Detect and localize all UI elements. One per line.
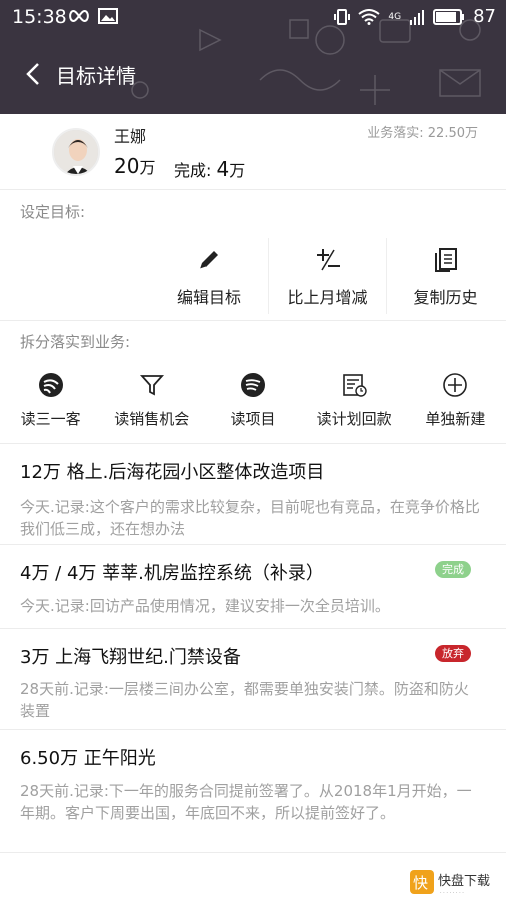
plus-minus-icon [316, 249, 340, 271]
deal-note: 28天前.记录:一层楼三间办公室，都需要单独安装门禁。防盗和防火装置 [20, 680, 469, 720]
status-time: 15:38 [12, 6, 67, 28]
copy-document-icon [434, 248, 457, 272]
landed-amount: 业务落实: 22.50万 [367, 126, 478, 141]
divider [0, 320, 506, 321]
pencil-icon [199, 251, 218, 270]
copy-history-button[interactable]: 复制历史 [386, 238, 504, 314]
deal-title: 6.50万 正午阳光 [20, 748, 156, 769]
status-bar: 15:38 4G 87 [0, 0, 506, 34]
month-change-button[interactable]: 比上月增减 [268, 238, 386, 314]
deal-title: 3万 上海飞翔世纪.门禁设备 [20, 647, 241, 668]
network-type: 4G [388, 11, 402, 22]
plus-circle-icon [443, 373, 468, 397]
set-target-actions: 编辑目标 比上月增减 复制历史 [150, 238, 506, 314]
deal-note: 28天前.记录:下一年的服务合同提前签署了。从2018年1月开始，一年期。客户下… [20, 782, 472, 822]
create-new-button[interactable]: 单独新建 [405, 370, 506, 434]
image-icon [98, 8, 118, 24]
project-circle-icon [240, 373, 265, 397]
battery-level: 87 [473, 6, 496, 27]
read-opportunity-button[interactable]: 读销售机会 [101, 370, 202, 434]
header: 15:38 4G 87 目标详情 [0, 0, 506, 114]
person-portrait-icon [54, 130, 98, 174]
nav-bar: 目标详情 [0, 54, 506, 94]
deal-item[interactable]: 4万 / 4万 莘莘.机房监控系统（补录） 完成 今天.记录:回访产品使用情况，… [0, 545, 506, 629]
svg-text:· · · · · · · ·: · · · · · · · · [440, 890, 464, 896]
deal-item[interactable]: 6.50万 正午阳光 28天前.记录:下一年的服务合同提前签署了。从2018年1… [0, 730, 506, 853]
watermark-text: 快盘下载 [438, 873, 490, 889]
target-amount: 20万 [114, 154, 156, 178]
read-sanyike-button[interactable]: 读三一客 [0, 370, 101, 434]
edit-target-button[interactable]: 编辑目标 [150, 238, 268, 314]
vibrate-icon [334, 8, 351, 25]
funnel-icon [139, 375, 164, 396]
profile-card: 王娜 20万 完成: 4万 业务落实: 22.50万 [0, 114, 506, 190]
read-project-button[interactable]: 读项目 [202, 370, 303, 434]
signal-bars-icon [410, 9, 425, 25]
wifi-icon [358, 8, 381, 25]
signal-icon [38, 373, 63, 397]
page-title: 目标详情 [56, 64, 136, 88]
back-arrow-icon[interactable] [20, 60, 48, 88]
user-name: 王娜 [114, 127, 147, 146]
read-payment-plan-button[interactable]: 读计划回款 [304, 370, 405, 434]
deal-item[interactable]: 12万 格上.后海花园小区整体改造项目 今天.记录:这个客户的需求比较复杂，目前… [0, 444, 506, 545]
deal-note: 今天.记录:这个客户的需求比较复杂，目前呢也有竞品，在竞争价格比我们低三成，还在… [20, 498, 480, 538]
battery-icon [433, 8, 465, 25]
split-label: 拆分落实到业务: [20, 333, 131, 351]
watermark-logo: 快 快盘下载 · · · · · · · · [410, 870, 490, 896]
set-target-label: 设定目标: [20, 203, 86, 221]
svg-text:快: 快 [413, 874, 428, 892]
status-badge-abandoned: 放弃 [435, 645, 471, 662]
split-actions: 读三一客 读销售机会 读项目 读计划回款 单独新建 [0, 370, 506, 434]
completed-amount: 完成: 4万 [174, 157, 246, 181]
calendar-clock-icon [343, 374, 367, 397]
infinity-icon [69, 9, 89, 23]
deal-title: 12万 格上.后海花园小区整体改造项目 [20, 462, 325, 483]
avatar [52, 128, 100, 176]
deal-note: 今天.记录:回访产品使用情况，建议安排一次全员培训。 [20, 597, 390, 615]
deal-title: 4万 / 4万 莘莘.机房监控系统（补录） [20, 563, 324, 584]
status-badge-complete: 完成 [435, 561, 471, 578]
deal-item[interactable]: 3万 上海飞翔世纪.门禁设备 放弃 28天前.记录:一层楼三间办公室，都需要单独… [0, 629, 506, 730]
